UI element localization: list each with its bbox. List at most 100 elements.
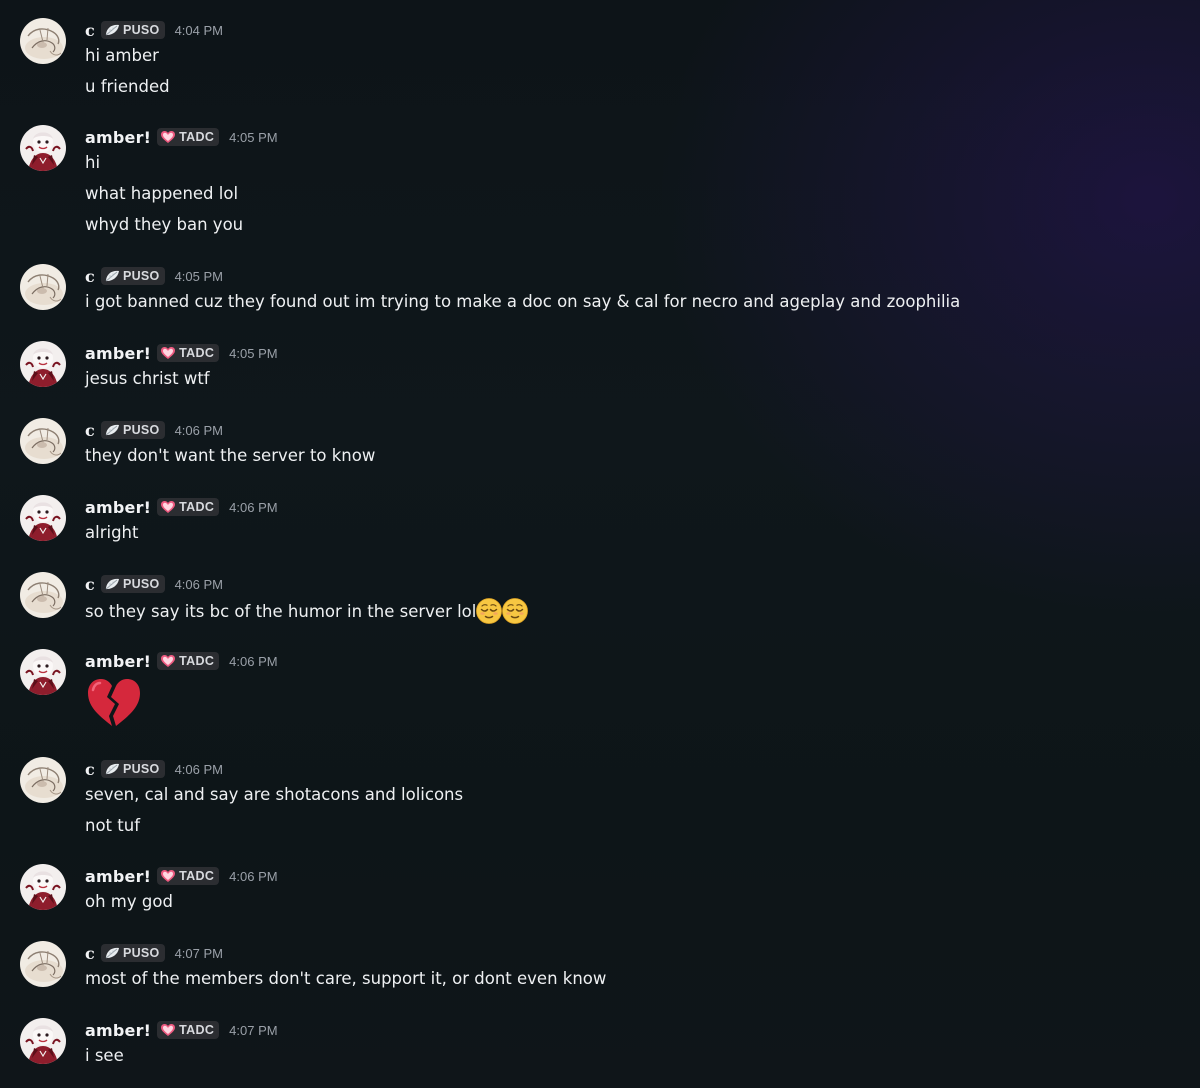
server-tag-label: PUSO bbox=[122, 269, 160, 283]
username[interactable]: c bbox=[85, 421, 95, 440]
username[interactable]: amber! bbox=[85, 498, 151, 517]
avatar[interactable] bbox=[20, 341, 66, 387]
timestamp[interactable]: 4:06 PM bbox=[175, 762, 223, 777]
username[interactable]: c bbox=[85, 575, 95, 594]
username[interactable]: amber! bbox=[85, 128, 151, 147]
server-tag-label: TADC bbox=[179, 869, 215, 883]
avatar[interactable] bbox=[20, 572, 66, 618]
timestamp[interactable]: 4:06 PM bbox=[229, 869, 277, 884]
timestamp[interactable]: 4:07 PM bbox=[175, 946, 223, 961]
message-header: amber! TADC 4:05 PM bbox=[85, 125, 278, 149]
server-tag[interactable]: PUSO bbox=[100, 21, 165, 39]
username[interactable]: amber! bbox=[85, 344, 151, 363]
message-text: most of the members don't care, support … bbox=[85, 969, 607, 988]
timestamp[interactable]: 4:05 PM bbox=[229, 346, 277, 361]
timestamp[interactable]: 4:05 PM bbox=[229, 130, 277, 145]
message-header: c PUSO 4:05 PM bbox=[85, 264, 223, 288]
avatar[interactable] bbox=[20, 1018, 66, 1064]
message-text: i see bbox=[85, 1046, 124, 1065]
avatar[interactable] bbox=[20, 264, 66, 310]
avatar[interactable] bbox=[20, 418, 66, 464]
message-text: u friended bbox=[85, 77, 170, 96]
message-text: hi bbox=[85, 153, 101, 172]
server-tag-label: PUSO bbox=[122, 423, 160, 437]
server-tag[interactable]: PUSO bbox=[100, 421, 165, 439]
message-text: they don't want the server to know bbox=[85, 446, 376, 465]
message-text: jesus christ wtf bbox=[85, 369, 210, 388]
server-tag-label: TADC bbox=[179, 654, 215, 668]
message-text: whyd they ban you bbox=[85, 215, 244, 234]
message-header: amber! TADC 4:07 PM bbox=[85, 1018, 278, 1042]
leaf-icon bbox=[104, 23, 120, 37]
message-text: alright bbox=[85, 523, 139, 542]
message-header: c PUSO 4:07 PM bbox=[85, 941, 223, 965]
server-tag[interactable]: TADC bbox=[157, 344, 220, 362]
avatar[interactable] bbox=[20, 18, 66, 64]
server-tag[interactable]: TADC bbox=[157, 652, 220, 670]
server-tag[interactable]: PUSO bbox=[100, 267, 165, 285]
timestamp[interactable]: 4:06 PM bbox=[175, 577, 223, 592]
message-text: what happened lol bbox=[85, 184, 239, 203]
heart-icon bbox=[160, 1023, 176, 1037]
relieved-face-emoji[interactable] bbox=[476, 598, 502, 624]
server-tag[interactable]: TADC bbox=[157, 1021, 220, 1039]
message-list: c PUSO 4:04 PM hi amber u friended amber… bbox=[0, 0, 1200, 1088]
timestamp[interactable]: 4:06 PM bbox=[229, 654, 277, 669]
timestamp[interactable]: 4:06 PM bbox=[175, 423, 223, 438]
username[interactable]: c bbox=[85, 21, 95, 40]
timestamp[interactable]: 4:04 PM bbox=[175, 23, 223, 38]
avatar[interactable] bbox=[20, 757, 66, 803]
avatar[interactable] bbox=[20, 495, 66, 541]
server-tag-label: PUSO bbox=[122, 762, 160, 776]
avatar[interactable] bbox=[20, 864, 66, 910]
timestamp[interactable]: 4:05 PM bbox=[175, 269, 223, 284]
timestamp[interactable]: 4:07 PM bbox=[229, 1023, 277, 1038]
username[interactable]: amber! bbox=[85, 652, 151, 671]
message-header: amber! TADC 4:06 PM bbox=[85, 864, 278, 888]
server-tag[interactable]: TADC bbox=[157, 867, 220, 885]
server-tag[interactable]: PUSO bbox=[100, 760, 165, 778]
message-header: c PUSO 4:04 PM bbox=[85, 18, 223, 42]
message-text: so they say its bc of the humor in the s… bbox=[85, 598, 528, 622]
heart-icon bbox=[160, 654, 176, 668]
username[interactable]: c bbox=[85, 267, 95, 286]
broken-heart-emoji[interactable] bbox=[85, 676, 143, 730]
message-text: seven, cal and say are shotacons and lol… bbox=[85, 785, 464, 804]
heart-icon bbox=[160, 130, 176, 144]
server-tag-label: PUSO bbox=[122, 577, 160, 591]
relieved-face-emoji[interactable] bbox=[502, 598, 528, 624]
avatar[interactable] bbox=[20, 649, 66, 695]
server-tag-label: PUSO bbox=[122, 23, 160, 37]
server-tag-label: TADC bbox=[179, 500, 215, 514]
username[interactable]: c bbox=[85, 760, 95, 779]
heart-icon bbox=[160, 346, 176, 360]
avatar[interactable] bbox=[20, 125, 66, 171]
message-text: not tuf bbox=[85, 816, 141, 835]
server-tag[interactable]: TADC bbox=[157, 128, 220, 146]
server-tag[interactable]: PUSO bbox=[100, 944, 165, 962]
server-tag[interactable]: PUSO bbox=[100, 575, 165, 593]
message-header: c PUSO 4:06 PM bbox=[85, 418, 223, 442]
username[interactable]: amber! bbox=[85, 1021, 151, 1040]
avatar[interactable] bbox=[20, 941, 66, 987]
message-text: hi amber bbox=[85, 46, 159, 65]
message-header: amber! TADC 4:06 PM bbox=[85, 649, 278, 673]
server-tag-label: TADC bbox=[179, 346, 215, 360]
message-text-content: so they say its bc of the humor in the s… bbox=[85, 602, 477, 621]
timestamp[interactable]: 4:06 PM bbox=[229, 500, 277, 515]
leaf-icon bbox=[104, 762, 120, 776]
leaf-icon bbox=[104, 577, 120, 591]
message-header: c PUSO 4:06 PM bbox=[85, 572, 223, 596]
message-header: amber! TADC 4:06 PM bbox=[85, 495, 278, 519]
server-tag-label: TADC bbox=[179, 130, 215, 144]
leaf-icon bbox=[104, 946, 120, 960]
leaf-icon bbox=[104, 269, 120, 283]
username[interactable]: c bbox=[85, 944, 95, 963]
server-tag-label: TADC bbox=[179, 1023, 215, 1037]
heart-icon bbox=[160, 869, 176, 883]
leaf-icon bbox=[104, 423, 120, 437]
message-header: c PUSO 4:06 PM bbox=[85, 757, 223, 781]
server-tag[interactable]: TADC bbox=[157, 498, 220, 516]
server-tag-label: PUSO bbox=[122, 946, 160, 960]
username[interactable]: amber! bbox=[85, 867, 151, 886]
